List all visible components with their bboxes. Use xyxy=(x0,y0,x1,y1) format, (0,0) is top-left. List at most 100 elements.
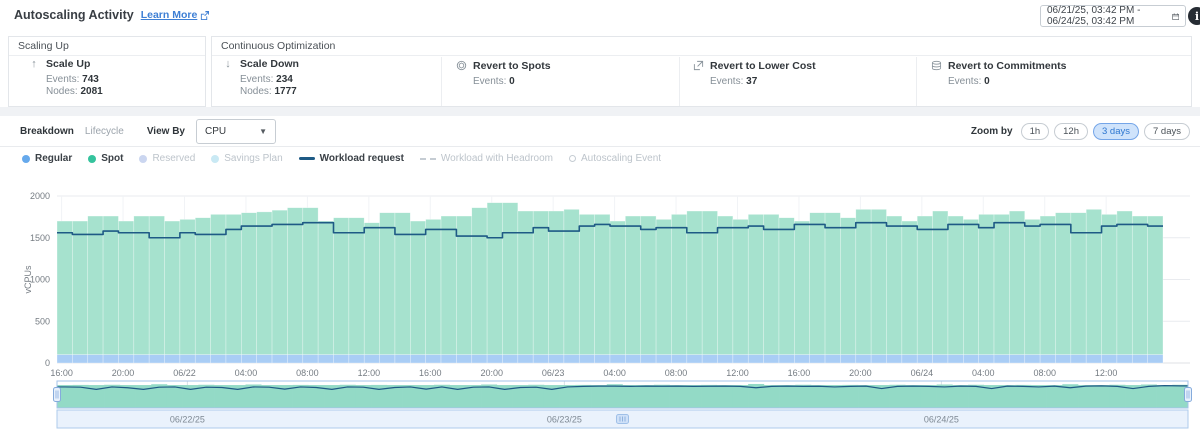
chevron-down-icon: ▼ xyxy=(259,127,267,136)
arrow-diagonal-icon xyxy=(692,60,704,87)
stat-nodes: Nodes: 1777 xyxy=(240,86,299,97)
stat-label: Revert to Spots xyxy=(473,60,551,73)
arrow-down-icon: ↓ xyxy=(222,58,234,97)
svg-text:08:00: 08:00 xyxy=(1033,368,1056,378)
stat-label: Revert to Lower Cost xyxy=(710,60,816,73)
svg-text:500: 500 xyxy=(35,316,50,326)
main-area-chart[interactable]: 050010001500200016:0020:0006/2204:0008:0… xyxy=(0,178,1200,378)
date-range-value: 06/21/25, 03:42 PM - 06/24/25, 03:42 PM xyxy=(1047,5,1172,27)
svg-text:vCPUs: vCPUs xyxy=(23,265,33,294)
info-icon[interactable]: i xyxy=(1188,7,1200,25)
svg-text:08:00: 08:00 xyxy=(665,368,688,378)
divider xyxy=(916,57,917,106)
svg-text:16:00: 16:00 xyxy=(419,368,442,378)
legend-workload-request[interactable]: Workload request xyxy=(299,153,404,164)
external-link-icon xyxy=(200,11,209,20)
svg-text:06/24/25: 06/24/25 xyxy=(924,415,959,425)
svg-text:20:00: 20:00 xyxy=(849,368,872,378)
stat-revert-to-lower-cost: Revert to Lower Cost Events: 37 xyxy=(692,60,816,87)
stat-events: Events: 0 xyxy=(473,76,551,87)
date-range-picker[interactable]: 06/21/25, 03:42 PM - 06/24/25, 03:42 PM xyxy=(1040,5,1186,27)
view-by-label: View By xyxy=(147,126,185,137)
divider xyxy=(679,57,680,106)
legend-label: Spot xyxy=(101,153,123,164)
scaling-up-group-title: Scaling Up xyxy=(9,37,205,56)
stat-label: Scale Up xyxy=(46,58,103,71)
learn-more-label: Learn More xyxy=(141,9,198,21)
page-title: Autoscaling Activity xyxy=(14,8,134,22)
stat-events: Events: 234 xyxy=(240,74,299,85)
stat-label: Scale Down xyxy=(240,58,299,71)
zoom-pill-3days[interactable]: 3 days xyxy=(1093,123,1139,140)
stat-revert-to-commitments: Revert to Commitments Events: 0 xyxy=(930,60,1066,87)
legend-regular[interactable]: Regular xyxy=(22,153,72,164)
zoom-by-label: Zoom by xyxy=(971,126,1013,137)
learn-more-link[interactable]: Learn More xyxy=(141,9,210,21)
autoscaling-event-swatch xyxy=(569,155,576,162)
view-by-select[interactable]: CPU ▼ xyxy=(196,119,276,144)
legend-label: Savings Plan xyxy=(224,153,282,164)
legend-spot[interactable]: Spot xyxy=(88,153,123,164)
workload-request-swatch xyxy=(299,157,315,160)
svg-text:20:00: 20:00 xyxy=(480,368,503,378)
legend-autoscaling-event[interactable]: Autoscaling Event xyxy=(569,153,661,164)
chart-controls: Breakdown Lifecycle View By CPU ▼ xyxy=(20,116,276,146)
regular-swatch xyxy=(22,155,30,163)
stat-label: Revert to Commitments xyxy=(948,60,1066,73)
section-separator xyxy=(0,107,1200,116)
spot-swatch xyxy=(88,155,96,163)
zoom-pill-12h[interactable]: 12h xyxy=(1054,123,1088,140)
svg-text:06/23: 06/23 xyxy=(542,368,565,378)
arrow-up-icon: ↑ xyxy=(28,58,40,97)
legend-label: Reserved xyxy=(152,153,195,164)
svg-text:06/23/25: 06/23/25 xyxy=(547,415,582,425)
spot-cube-icon xyxy=(455,60,467,87)
top-bar: Autoscaling Activity Learn More 06/21/25… xyxy=(0,0,1200,32)
navigator-chart[interactable]: 06/22/25 06/23/25 06/24/25 xyxy=(0,378,1200,435)
svg-text:12:00: 12:00 xyxy=(726,368,749,378)
svg-text:04:00: 04:00 xyxy=(235,368,258,378)
divider xyxy=(441,57,442,106)
legend-savings-plan[interactable]: Savings Plan xyxy=(211,153,282,164)
svg-text:12:00: 12:00 xyxy=(358,368,381,378)
view-by-value: CPU xyxy=(205,126,226,137)
stat-events: Events: 37 xyxy=(710,76,816,87)
legend-label: Regular xyxy=(35,153,72,164)
stat-nodes: Nodes: 2081 xyxy=(46,86,103,97)
legend-label: Autoscaling Event xyxy=(581,153,661,164)
svg-text:0: 0 xyxy=(45,358,50,368)
autoscaling-activity-page: Autoscaling Activity Learn More 06/21/25… xyxy=(0,0,1200,435)
legend-reserved[interactable]: Reserved xyxy=(139,153,195,164)
svg-text:06/22/25: 06/22/25 xyxy=(170,415,205,425)
svg-text:20:00: 20:00 xyxy=(112,368,135,378)
zoom-by-controls: Zoom by 1h 12h 3 days 7 days xyxy=(971,116,1190,146)
svg-text:1500: 1500 xyxy=(30,233,50,243)
legend-label: Workload with Headroom xyxy=(441,153,553,164)
svg-text:06/22: 06/22 xyxy=(173,368,196,378)
reserved-swatch xyxy=(139,155,147,163)
svg-text:2000: 2000 xyxy=(30,191,50,201)
chart-legend: Regular Spot Reserved Savings Plan Workl… xyxy=(22,153,661,164)
svg-text:08:00: 08:00 xyxy=(296,368,319,378)
svg-text:12:00: 12:00 xyxy=(1095,368,1118,378)
svg-text:04:00: 04:00 xyxy=(603,368,626,378)
stat-scale-down: ↓ Scale Down Events: 234 Nodes: 1777 xyxy=(222,58,299,97)
legend-label: Workload request xyxy=(320,153,404,164)
svg-text:16:00: 16:00 xyxy=(50,368,73,378)
tab-breakdown[interactable]: Breakdown xyxy=(20,126,74,137)
workload-headroom-swatch xyxy=(420,158,436,160)
savings-plan-swatch xyxy=(211,155,219,163)
continuous-optimization-group-title: Continuous Optimization xyxy=(212,37,1191,56)
stat-scale-up: ↑ Scale Up Events: 743 Nodes: 2081 xyxy=(28,58,103,97)
layers-icon xyxy=(930,60,942,87)
stat-events: Events: 743 xyxy=(46,74,103,85)
divider xyxy=(0,146,1200,147)
legend-workload-headroom[interactable]: Workload with Headroom xyxy=(420,153,553,164)
zoom-pill-7days[interactable]: 7 days xyxy=(1144,123,1190,140)
zoom-pill-1h[interactable]: 1h xyxy=(1021,123,1050,140)
stat-revert-to-spots: Revert to Spots Events: 0 xyxy=(455,60,551,87)
tab-lifecycle[interactable]: Lifecycle xyxy=(85,126,124,137)
svg-text:06/24: 06/24 xyxy=(911,368,934,378)
stat-events: Events: 0 xyxy=(948,76,1066,87)
svg-text:04:00: 04:00 xyxy=(972,368,995,378)
